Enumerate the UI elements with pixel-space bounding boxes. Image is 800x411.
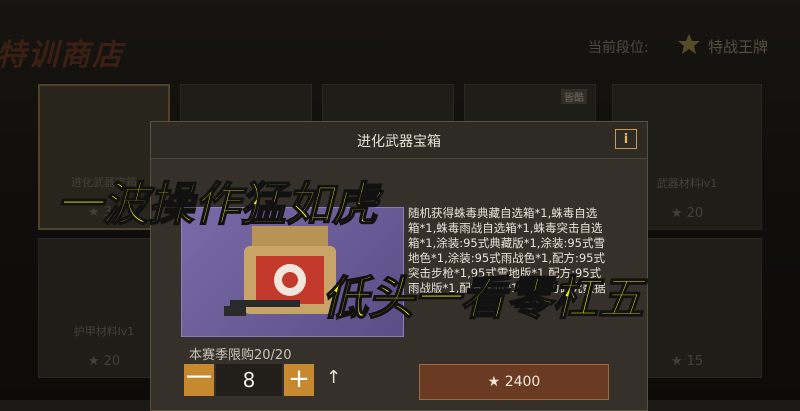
purchase-limit: 本赛季限购20/20 — [189, 348, 292, 363]
star-icon: ★ — [487, 374, 501, 390]
buy-button[interactable]: ★ 2400 — [419, 364, 609, 400]
info-icon: i — [623, 132, 629, 147]
quantity-value[interactable]: 8 — [216, 364, 282, 396]
quantity-stepper: 一 8 + — [184, 364, 314, 396]
dialog-header: 进化武器宝箱 i — [151, 122, 647, 159]
caption-line-1: 一波操作猛如虎 — [55, 176, 379, 232]
caption-line-2: 低头一看零杠五 — [321, 270, 645, 326]
max-quantity-icon[interactable]: ↑ — [326, 367, 341, 388]
buy-price: 2400 — [504, 374, 541, 390]
info-button[interactable]: i — [615, 129, 637, 149]
decrease-button[interactable]: 一 — [184, 364, 214, 396]
dialog-title: 进化武器宝箱 — [357, 134, 441, 150]
increase-button[interactable]: + — [284, 364, 314, 396]
